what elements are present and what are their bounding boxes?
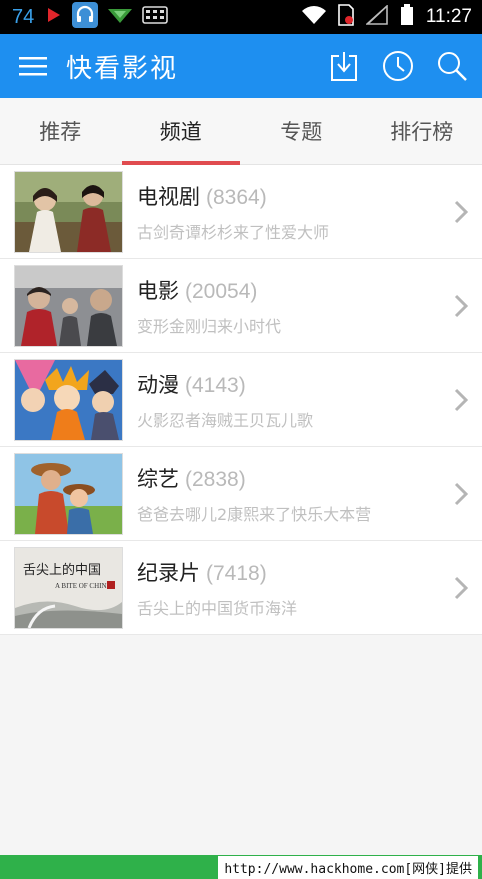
app-bar: 快看影视: [0, 34, 482, 98]
channel-title: 纪录片: [137, 560, 200, 585]
channel-subtitle: 火影忍者海贼王贝瓦儿歌: [137, 410, 314, 430]
empty-list-area: [0, 635, 482, 855]
status-number: 74: [12, 5, 35, 28]
status-left: 74: [0, 2, 169, 32]
send-icon: [108, 6, 133, 28]
status-right: 11:27: [301, 0, 472, 34]
watermark-text: http://www.hackhome.com[网侠]提供: [218, 855, 478, 879]
channel-text: 综艺 (2838) 爸爸去哪儿2康熙来了快乐大本营: [137, 463, 371, 525]
channel-title: 动漫: [137, 372, 179, 397]
tab-bar: 推荐 频道 专题 排行榜: [0, 98, 482, 165]
channel-list: 电视剧 (8364) 古剑奇谭杉杉来了性爱大师 电影 (20054) 变形金刚归…: [0, 165, 482, 635]
chevron-right-icon: [454, 388, 468, 411]
tab-rankings[interactable]: 排行榜: [362, 98, 482, 164]
channel-title-line: 动漫 (4143): [137, 369, 313, 399]
search-button[interactable]: [432, 46, 472, 86]
download-button[interactable]: [324, 46, 364, 86]
channel-item-movie[interactable]: 电影 (20054) 变形金刚归来小时代: [0, 259, 482, 353]
signal-icon: [364, 4, 388, 29]
channel-thumbnail-anime: [14, 358, 123, 441]
channel-title-line: 纪录片 (7418): [137, 557, 297, 587]
tab-topics[interactable]: 专题: [241, 98, 362, 164]
channel-thumbnail-movie: [14, 264, 123, 347]
channel-text: 动漫 (4143) 火影忍者海贼王贝瓦儿歌: [137, 369, 313, 431]
wifi-icon: [301, 5, 326, 29]
hamburger-menu-icon: [19, 57, 47, 76]
channel-title: 综艺: [137, 466, 179, 491]
chevron-right-icon: [454, 200, 468, 223]
status-time: 11:27: [425, 6, 472, 27]
channel-title: 电视剧: [137, 184, 200, 209]
sim-icon: [338, 4, 354, 30]
download-icon: [331, 52, 357, 81]
channel-text: 纪录片 (7418) 舌尖上的中国货币海洋: [137, 557, 297, 619]
channel-count: (2838): [185, 467, 246, 491]
channel-thumbnail-variety: [14, 452, 123, 535]
channel-count: (4143): [185, 373, 246, 397]
channel-count: (7418): [206, 561, 267, 585]
headphones-app-icon: [72, 2, 99, 32]
channel-title-line: 综艺 (2838): [137, 463, 371, 493]
channel-title-line: 电影 (20054): [137, 275, 281, 305]
history-button[interactable]: [378, 46, 418, 86]
channel-item-documentary[interactable]: 舌尖上的中国 A BITE OF CHINA 纪录片 (7418) 舌尖上的中国货…: [0, 541, 482, 635]
channel-subtitle: 古剑奇谭杉杉来了性爱大师: [137, 222, 330, 242]
channel-thumbnail-documentary: 舌尖上的中国 A BITE OF CHINA: [14, 546, 123, 629]
doc-thumb-title: 舌尖上的中国: [23, 562, 101, 578]
app-title: 快看影视: [66, 53, 179, 84]
watermark-bar: http://www.hackhome.com[网侠]提供: [0, 855, 482, 879]
channel-item-variety[interactable]: 综艺 (2838) 爸爸去哪儿2康熙来了快乐大本营: [0, 447, 482, 541]
channel-count: (8364): [206, 185, 267, 209]
channel-text: 电视剧 (8364) 古剑奇谭杉杉来了性爱大师: [137, 181, 329, 243]
channel-count: (20054): [185, 279, 258, 303]
youtube-play-icon: [44, 6, 62, 28]
app-bar-actions: [324, 34, 472, 98]
channel-subtitle: 爸爸去哪儿2康熙来了快乐大本营: [137, 504, 372, 524]
channel-text: 电影 (20054) 变形金刚归来小时代: [137, 275, 281, 337]
doc-thumb-subtitle: A BITE OF CHINA: [55, 582, 112, 590]
channel-subtitle: 变形金刚归来小时代: [137, 316, 282, 336]
battery-icon: [400, 4, 414, 30]
tab-recommend[interactable]: 推荐: [0, 98, 121, 164]
search-icon: [438, 52, 467, 81]
menu-button[interactable]: [0, 34, 66, 98]
status-bar: 74 11:27: [0, 0, 482, 34]
channel-thumbnail-tv: [14, 170, 123, 253]
channel-title-line: 电视剧 (8364): [137, 181, 329, 211]
chevron-right-icon: [454, 576, 468, 599]
tab-channels[interactable]: 频道: [121, 98, 242, 165]
channel-item-anime[interactable]: 动漫 (4143) 火影忍者海贼王贝瓦儿歌: [0, 353, 482, 447]
history-clock-icon: [383, 51, 413, 81]
channel-title: 电影: [137, 278, 179, 303]
chevron-right-icon: [454, 294, 468, 317]
keyboard-icon: [142, 6, 169, 28]
channel-subtitle: 舌尖上的中国货币海洋: [137, 598, 298, 618]
channel-item-tv[interactable]: 电视剧 (8364) 古剑奇谭杉杉来了性爱大师: [0, 165, 482, 259]
chevron-right-icon: [454, 482, 468, 505]
